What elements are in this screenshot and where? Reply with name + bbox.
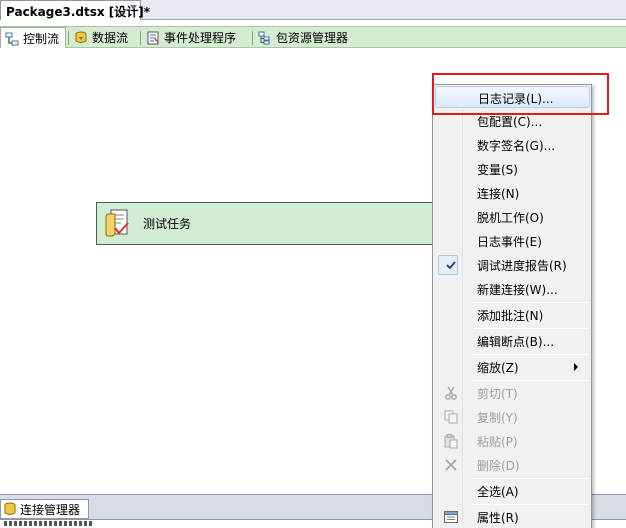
tab-data-flow-label: 数据流: [92, 31, 129, 45]
menu-item-label: 属性(R): [477, 511, 519, 525]
menu-separator: [473, 504, 589, 505]
data-flow-icon: [75, 31, 87, 43]
menu-item-label: 编辑断点(B)...: [477, 335, 555, 349]
menu-item-work-offline[interactable]: 脱机工作(O): [435, 206, 590, 228]
menu-item-logging[interactable]: 日志记录(L)...: [435, 86, 590, 108]
script-task-icon: [105, 209, 129, 236]
tab-event-handlers[interactable]: 事件处理程序: [142, 27, 246, 48]
menu-item-label: 添加批注(N): [477, 309, 544, 323]
menu-item-delete[interactable]: 删除(D): [435, 454, 590, 476]
menu-item-label: 剪切(T): [477, 387, 518, 401]
menu-item-edit-breakpoints[interactable]: 编辑断点(B)...: [435, 330, 590, 352]
event-handler-icon: [147, 31, 159, 44]
tab-package-explorer-label: 包资源管理器: [276, 31, 349, 45]
tab-package-explorer[interactable]: 包资源管理器: [254, 27, 358, 48]
tab-event-handlers-label: 事件处理程序: [164, 31, 237, 45]
menu-item-label: 全选(A): [477, 485, 519, 499]
menu-item-properties[interactable]: 属性(R): [435, 506, 590, 528]
menu-item-label: 删除(D): [477, 459, 520, 473]
tab-data-flow[interactable]: 数据流: [70, 27, 140, 48]
menu-item-zoom[interactable]: 缩放(Z): [435, 356, 590, 378]
menu-separator: [473, 354, 589, 355]
menu-item-new-connection[interactable]: 新建连接(W)...: [435, 278, 590, 300]
task-label: 测试任务: [143, 217, 192, 231]
menu-item-connections[interactable]: 连接(N): [435, 182, 590, 204]
tab-separator: [140, 31, 141, 45]
menu-item-label: 数字签名(G)...: [477, 139, 556, 153]
control-flow-icon: [5, 32, 19, 45]
checkmark-icon: [446, 261, 456, 270]
menu-item-label: 缩放(Z): [477, 361, 519, 375]
properties-icon: [444, 511, 458, 523]
tab-connection-managers[interactable]: 连接管理器: [0, 499, 89, 519]
truncated-content: [4, 521, 94, 526]
menu-item-digital-signing[interactable]: 数字签名(G)...: [435, 134, 590, 156]
menu-item-label: 复制(Y): [477, 411, 518, 425]
menu-item-debug-progress-reporting[interactable]: 调试进度报告(R): [435, 254, 590, 276]
menu-item-cut[interactable]: 剪切(T): [435, 382, 590, 404]
menu-item-add-annotation[interactable]: 添加批注(N): [435, 304, 590, 326]
document-tab[interactable]: Package3.dtsx [设计]*: [0, 0, 150, 20]
delete-icon: [445, 459, 457, 471]
menu-item-label: 粘贴(P): [477, 435, 518, 449]
document-tab-title: Package3.dtsx [设计]*: [6, 5, 151, 19]
menu-item-package-configurations[interactable]: 包配置(C)...: [435, 110, 590, 132]
package-explorer-icon: [258, 31, 270, 44]
menu-item-variables[interactable]: 变量(S): [435, 158, 590, 180]
connection-manager-icon: [4, 502, 16, 515]
tab-connection-managers-label: 连接管理器: [20, 502, 81, 517]
menu-item-log-events[interactable]: 日志事件(E): [435, 230, 590, 252]
menu-separator: [473, 328, 589, 329]
menu-item-label: 日志记录(L)...: [478, 92, 554, 106]
menu-separator: [473, 380, 589, 381]
menu-separator: [473, 478, 589, 479]
tab-control-flow-label: 控制流: [23, 32, 60, 46]
cut-icon: [445, 386, 457, 400]
menu-item-select-all[interactable]: 全选(A): [435, 480, 590, 502]
menu-item-paste[interactable]: 粘贴(P): [435, 430, 590, 452]
task-node[interactable]: 测试任务: [96, 202, 441, 245]
submenu-arrow-icon: [574, 363, 578, 371]
tab-dropdown-icon[interactable]: [130, 5, 137, 12]
designer-tab-strip: 控制流 数据流 事件处理程序 包资源管理器: [0, 26, 626, 49]
menu-item-copy[interactable]: 复制(Y): [435, 406, 590, 428]
menu-item-label: 新建连接(W)...: [477, 283, 558, 297]
tab-separator: [252, 31, 253, 45]
menu-item-label: 变量(S): [477, 163, 518, 177]
context-menu: 日志记录(L)... 包配置(C)... 数字签名(G)... 变量(S) 连接…: [432, 84, 592, 528]
paste-icon: [444, 434, 458, 449]
menu-item-label: 连接(N): [477, 187, 520, 201]
menu-item-label: 调试进度报告(R): [477, 259, 567, 273]
menu-separator: [473, 302, 589, 303]
menu-item-label: 包配置(C)...: [477, 115, 543, 129]
tab-control-flow[interactable]: 控制流: [0, 27, 66, 49]
menu-item-label: 脱机工作(O): [477, 211, 544, 225]
menu-item-label: 日志事件(E): [477, 235, 542, 249]
document-tab-strip: Package3.dtsx [设计]*: [0, 0, 626, 20]
copy-icon: [444, 410, 458, 424]
tab-separator: [68, 31, 69, 45]
